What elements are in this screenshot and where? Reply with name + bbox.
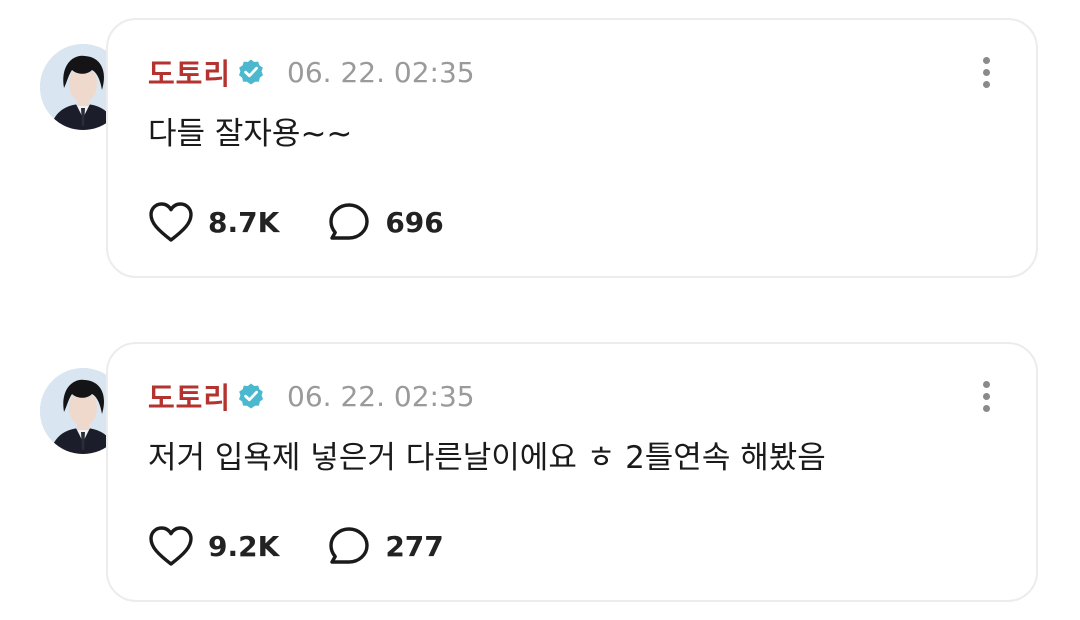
- more-vertical-icon[interactable]: [974, 376, 998, 416]
- comment-bubble-icon: [327, 201, 371, 243]
- like-button[interactable]: 9.2K: [148, 525, 279, 567]
- post-header: 도토리 06. 22. 02:35: [148, 376, 475, 416]
- comment-count: 696: [385, 205, 444, 239]
- verified-badge-icon: [237, 382, 265, 410]
- comment-bubble-icon: [327, 525, 371, 567]
- comment-count: 277: [385, 529, 444, 563]
- post-text: 다들 잘자용~~: [148, 116, 353, 152]
- comment-button[interactable]: 277: [327, 525, 444, 567]
- post-timestamp: 06. 22. 02:35: [287, 55, 475, 89]
- post-timestamp: 06. 22. 02:35: [287, 379, 475, 413]
- post-card[interactable]: 도토리 06. 22. 02:35 다들 잘자용~~ 8.7K 696: [106, 18, 1038, 278]
- like-count: 9.2K: [208, 529, 280, 563]
- post-text: 저거 입욕제 넣은거 다른날이에요 ㅎ 2틀연속 해봤음: [148, 440, 826, 476]
- post-card[interactable]: 도토리 06. 22. 02:35 저거 입욕제 넣은거 다른날이에요 ㅎ 2틀…: [106, 342, 1038, 602]
- heart-icon: [148, 525, 194, 567]
- heart-icon: [148, 201, 194, 243]
- post-header: 도토리 06. 22. 02:35: [148, 52, 475, 92]
- username[interactable]: 도토리: [148, 51, 231, 93]
- username[interactable]: 도토리: [148, 375, 231, 417]
- post-feed: 도토리 06. 22. 02:35 다들 잘자용~~ 8.7K 696 도토리 …: [0, 0, 1080, 620]
- post-actions: 9.2K 277: [148, 524, 492, 568]
- post-item: 도토리 06. 22. 02:35 저거 입욕제 넣은거 다른날이에요 ㅎ 2틀…: [40, 342, 1038, 602]
- comment-button[interactable]: 696: [327, 201, 444, 243]
- verified-badge-icon: [237, 58, 265, 86]
- more-vertical-icon[interactable]: [974, 52, 998, 92]
- like-button[interactable]: 8.7K: [148, 201, 279, 243]
- like-count: 8.7K: [208, 205, 280, 239]
- post-item: 도토리 06. 22. 02:35 다들 잘자용~~ 8.7K 696: [40, 18, 1038, 278]
- post-actions: 8.7K 696: [148, 200, 492, 244]
